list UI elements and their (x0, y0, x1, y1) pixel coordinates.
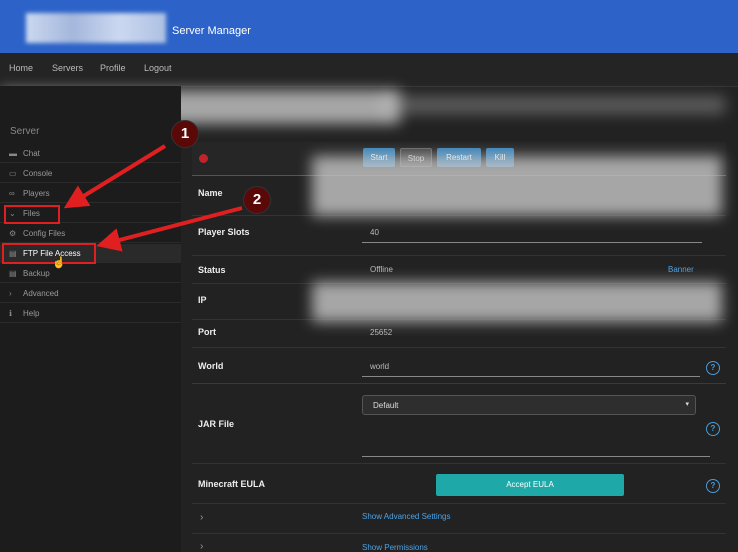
step-callout-1: 1 (171, 120, 199, 148)
mouse-cursor-icon: ☝ (52, 257, 66, 269)
annotation-arrows (63, 144, 243, 252)
step-callout-2: 2 (243, 186, 271, 214)
